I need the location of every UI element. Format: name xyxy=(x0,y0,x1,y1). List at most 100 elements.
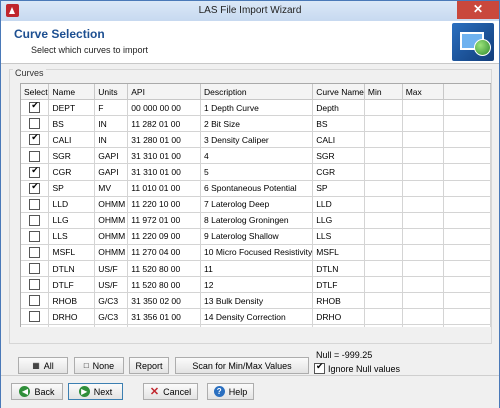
cell-units[interactable]: OHMM xyxy=(94,228,129,245)
select-checkbox[interactable] xyxy=(29,165,41,178)
cell-api[interactable]: 11 220 09 00 xyxy=(127,228,202,245)
select-checkbox[interactable] xyxy=(29,214,41,226)
back-button[interactable]: ◀ Back xyxy=(11,383,63,400)
cell-select[interactable] xyxy=(21,244,50,262)
cell-min[interactable] xyxy=(364,131,403,149)
cell-max[interactable] xyxy=(402,276,445,294)
cell-name[interactable]: MSFL xyxy=(48,244,96,262)
cell-name[interactable]: CALI xyxy=(48,131,96,149)
cell-max[interactable] xyxy=(402,244,445,262)
cell-units[interactable]: G/C3 xyxy=(94,308,129,326)
select-all-button[interactable]: ▦ All xyxy=(18,357,68,374)
table-row[interactable]: NPHIV/V31 890 00 0015 Neutron PorosityNP… xyxy=(21,324,491,327)
cell-name[interactable]: SGR xyxy=(48,147,96,165)
cell-select[interactable] xyxy=(21,163,50,181)
cell-api[interactable]: 31 890 00 00 xyxy=(127,324,202,327)
table-row[interactable]: LLG OHMM 11 972 01 00 8 Laterolog Groningen… xyxy=(21,212,491,229)
select-checkbox[interactable] xyxy=(29,247,41,259)
cell-select[interactable] xyxy=(21,292,50,310)
cell-max[interactable] xyxy=(402,131,445,149)
cell-api[interactable]: 00 000 00 00 xyxy=(127,99,202,117)
cell-min[interactable] xyxy=(364,292,403,310)
select-none-button[interactable]: □ None xyxy=(74,357,124,374)
cell-name[interactable]: LLS xyxy=(48,228,96,245)
cell-curve-name[interactable]: Depth xyxy=(312,99,365,117)
table-row[interactable]: DRHO G/C3 31 356 01 00 14 Density Correctio… xyxy=(21,308,491,326)
cell-min[interactable] xyxy=(364,99,403,117)
cell-max[interactable] xyxy=(402,324,445,327)
cell-select[interactable] xyxy=(21,196,50,213)
table-row[interactable]: DEPTF00 000 00 001 Depth CurveDepth xyxy=(21,99,491,117)
select-checkbox[interactable] xyxy=(29,100,41,114)
cell-units[interactable]: F xyxy=(94,99,129,117)
cell-name[interactable]: DTLF xyxy=(48,276,96,294)
col-header-max[interactable]: Max xyxy=(402,84,445,101)
table-row[interactable]: LLD OHMM 11 220 10 00 7 Laterolog Deep LLD xyxy=(21,196,491,213)
col-header-api[interactable]: API xyxy=(127,84,202,101)
help-button[interactable]: ? Help xyxy=(207,383,254,400)
table-row[interactable]: DTLF US/F 11 520 80 00 12 DTLF xyxy=(21,276,491,294)
select-checkbox[interactable] xyxy=(29,311,41,323)
cell-api[interactable]: 31 310 01 00 xyxy=(127,147,202,165)
cell-curve-name[interactable]: SP xyxy=(312,180,365,197)
cell-description[interactable]: 12 xyxy=(200,276,314,294)
col-header-min[interactable]: Min xyxy=(364,84,403,101)
cell-min[interactable] xyxy=(364,260,403,278)
ignore-null-checkbox[interactable]: Ignore Null values xyxy=(314,361,400,374)
cell-description[interactable]: 9 Laterolog Shallow xyxy=(200,228,314,245)
cell-name[interactable]: CGR xyxy=(48,163,96,181)
cell-description[interactable]: 5 xyxy=(200,163,314,181)
cell-max[interactable] xyxy=(402,212,445,229)
cell-curve-name[interactable]: SGR xyxy=(312,147,365,165)
cell-api[interactable]: 31 310 01 00 xyxy=(127,163,202,181)
cell-api[interactable]: 11 520 80 00 xyxy=(127,260,202,278)
next-button[interactable]: ▶ Next xyxy=(68,383,123,400)
cell-name[interactable]: LLD xyxy=(48,196,96,213)
cell-curve-name[interactable]: BS xyxy=(312,115,365,133)
cell-max[interactable] xyxy=(402,147,445,165)
cell-max[interactable] xyxy=(402,260,445,278)
cell-name[interactable]: SP xyxy=(48,180,96,197)
cell-curve-name[interactable]: DTLF xyxy=(312,276,365,294)
cell-description[interactable]: 1 Depth Curve xyxy=(200,99,314,117)
cell-select[interactable] xyxy=(21,99,50,117)
cell-units[interactable]: OHMM xyxy=(94,212,129,229)
cell-curve-name[interactable]: LLG xyxy=(312,212,365,229)
select-checkbox[interactable] xyxy=(29,198,41,210)
cell-description[interactable]: 7 Laterolog Deep xyxy=(200,196,314,213)
cell-max[interactable] xyxy=(402,99,445,117)
cell-curve-name[interactable]: DRHO xyxy=(312,308,365,326)
cell-max[interactable] xyxy=(402,292,445,310)
cell-select[interactable] xyxy=(21,260,50,278)
cell-units[interactable]: IN xyxy=(94,131,129,149)
table-row[interactable]: MSFL OHMM 11 270 04 00 10 Micro Focused Res… xyxy=(21,244,491,262)
select-checkbox[interactable] xyxy=(29,181,41,194)
col-header-curve-name[interactable]: Curve Name xyxy=(312,84,365,101)
select-checkbox[interactable] xyxy=(29,263,41,275)
cell-min[interactable] xyxy=(364,163,403,181)
cell-name[interactable]: DTLN xyxy=(48,260,96,278)
cell-select[interactable] xyxy=(21,180,50,197)
select-checkbox[interactable] xyxy=(29,279,41,291)
cell-curve-name[interactable]: NPHI xyxy=(312,324,365,327)
cell-units[interactable]: MV xyxy=(94,180,129,197)
cell-curve-name[interactable]: DTLN xyxy=(312,260,365,278)
cell-name[interactable]: LLG xyxy=(48,212,96,229)
table-row[interactable]: SPMV11 010 01 006 Spontaneous PotentialS… xyxy=(21,180,491,197)
cell-units[interactable]: OHMM xyxy=(94,196,129,213)
cell-description[interactable]: 10 Micro Focused Resistivity xyxy=(200,244,314,262)
cell-min[interactable] xyxy=(364,212,403,229)
cell-min[interactable] xyxy=(364,308,403,326)
cell-api[interactable]: 11 520 80 00 xyxy=(127,276,202,294)
cell-description[interactable]: 2 Bit Size xyxy=(200,115,314,133)
cell-units[interactable]: V/V xyxy=(94,324,129,327)
cell-description[interactable]: 14 Density Correction xyxy=(200,308,314,326)
cell-units[interactable]: GAPI xyxy=(94,147,129,165)
cell-api[interactable]: 11 282 01 00 xyxy=(127,115,202,133)
cell-description[interactable]: 6 Spontaneous Potential xyxy=(200,180,314,197)
cell-units[interactable]: G/C3 xyxy=(94,292,129,310)
curves-grid[interactable]: Select Name Units API Description Curve … xyxy=(20,83,491,327)
table-row[interactable]: CALIIN31 280 01 003 Density CaliperCALI xyxy=(21,131,491,149)
scan-min-max-button[interactable]: Scan for Min/Max Values xyxy=(175,357,309,374)
cell-curve-name[interactable]: LLS xyxy=(312,228,365,245)
